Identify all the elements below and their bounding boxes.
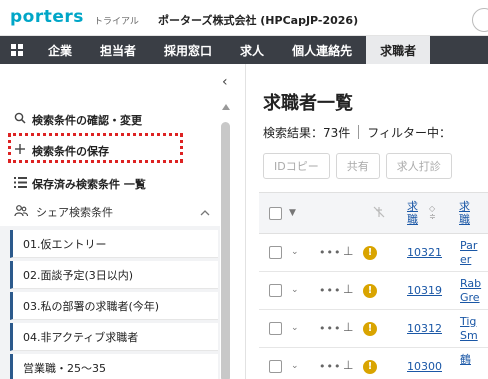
sidebar-scrollbar[interactable] [221, 104, 231, 379]
candidate-id[interactable]: 10321 [407, 246, 442, 259]
search-icon [14, 112, 32, 128]
table-row[interactable]: ⌄ ••• ⊥ ! 10321 Par er [259, 234, 488, 272]
results-count: 検索結果：73件 [263, 126, 351, 140]
nav-item-recruiting-window[interactable]: 採用窓口 [150, 36, 226, 64]
candidate-id[interactable]: 10319 [407, 284, 442, 297]
pin-icon[interactable]: ⊥ [343, 282, 353, 296]
more-icon[interactable]: ••• [319, 246, 341, 259]
saved-search-item[interactable]: 01.仮エントリー [10, 230, 218, 258]
table-row[interactable]: ⌄ ••• ⊥ ! 10300 鶴 [259, 348, 488, 379]
people-icon [14, 204, 36, 220]
user-menu-button[interactable] [472, 8, 488, 32]
nav-item-jobs[interactable]: 求人 [226, 36, 278, 64]
chevron-up-icon[interactable] [200, 206, 210, 219]
app-grid-icon[interactable] [0, 36, 34, 64]
nav-item-personal-contacts[interactable]: 個人連絡先 [278, 36, 366, 64]
nav-item-companies[interactable]: 企業 [34, 36, 86, 64]
pin-off-icon [373, 206, 385, 221]
row-checkbox[interactable] [269, 284, 282, 297]
job-offer-button[interactable]: 求人打診 [385, 153, 452, 179]
table-row[interactable]: ⌄ ••• ⊥ ! 10312 Tig Sm [259, 310, 488, 348]
candidate-name[interactable]: Par er [460, 239, 477, 267]
row-checkbox[interactable] [269, 360, 282, 373]
pin-icon[interactable]: ⊥ [343, 358, 353, 372]
nav-item-candidates[interactable]: 求職者 [366, 36, 431, 64]
saved-search-item[interactable]: 02.面談予定(3日以内) [10, 261, 218, 289]
page-title: 求職者一覧 [263, 93, 353, 114]
candidate-id[interactable]: 10300 [407, 360, 442, 373]
more-icon[interactable]: ••• [319, 322, 341, 335]
top-bar: porters トライアル ポーターズ株式会社 (HPCapJP-2026) [0, 0, 488, 36]
warning-icon: ! [363, 284, 377, 298]
chevron-down-icon[interactable]: ⌄ [291, 323, 299, 333]
saved-searches-list-link[interactable]: 保存済み検索条件 一覧 [14, 176, 146, 192]
chevron-down-icon[interactable]: ⌄ [291, 361, 299, 371]
select-all-checkbox[interactable] [269, 207, 282, 220]
scroll-thumb[interactable] [221, 122, 230, 379]
list-icon [14, 176, 32, 192]
scroll-up-icon[interactable] [222, 104, 230, 110]
name-column-header[interactable]: 求職 [459, 200, 473, 226]
saved-search-item[interactable]: 04.非アクティブ求職者 [10, 323, 218, 351]
main-nav: 企業 担当者 採用窓口 求人 個人連絡先 求職者 [0, 36, 488, 64]
porters-logo[interactable]: porters [10, 7, 84, 27]
copy-id-button[interactable]: IDコピー [263, 153, 330, 179]
warning-icon: ! [363, 360, 377, 374]
action-buttons: IDコピー 共有 求人打診 [263, 153, 452, 179]
table-row[interactable]: ⌄ ••• ⊥ ! 10319 Rab Gre [259, 272, 488, 310]
sidebar: ‹ 検索条件の確認・変更 検索条件の保存 保存済み検索条件 一覧 シェア検索条件… [0, 64, 246, 379]
id-column-header[interactable]: 求職 [407, 200, 421, 226]
nav-item-contacts[interactable]: 担当者 [86, 36, 150, 64]
search-conditions-label: 検索条件の確認・変更 [32, 114, 142, 127]
saved-search-list: 01.仮エントリー 02.面談予定(3日以内) 03.私の部署の求職者(今年) … [0, 226, 220, 379]
candidates-table: ▼ 求職 ◇ ≑ 求職 ⌄ ••• ⊥ ! 10321 Par er ⌄ •••… [259, 192, 488, 379]
chevron-down-icon[interactable]: ⌄ [291, 247, 299, 257]
shared-searches-header[interactable]: シェア検索条件 [14, 204, 113, 220]
row-checkbox[interactable] [269, 322, 282, 335]
row-checkbox[interactable] [269, 246, 282, 259]
collapse-sidebar-icon[interactable]: ‹ [222, 74, 228, 90]
chevron-down-icon[interactable]: ⌄ [291, 285, 299, 295]
highlight-annotation [8, 133, 183, 163]
saved-search-item[interactable]: 営業職・25〜35 [10, 354, 218, 379]
candidate-name[interactable]: Tig Sm [460, 315, 478, 343]
shared-searches-label: シェア検索条件 [36, 206, 113, 219]
candidate-name[interactable]: Rab Gre [460, 277, 481, 305]
company-name: ポーターズ株式会社 (HPCapJP-2026) [158, 14, 359, 27]
search-conditions-link[interactable]: 検索条件の確認・変更 [14, 112, 142, 128]
app-window: porters トライアル ポーターズ株式会社 (HPCapJP-2026) 企… [0, 0, 488, 379]
pin-icon[interactable]: ⊥ [343, 244, 353, 258]
filter-label: フィルター中： [367, 126, 452, 140]
saved-search-item[interactable]: 03.私の部署の求職者(今年) [10, 292, 218, 320]
sort-icon[interactable]: ◇ ≑ [429, 205, 436, 221]
results-bar: 検索結果：73件 フィルター中： [263, 124, 451, 141]
saved-searches-list-label: 保存済み検索条件 一覧 [32, 178, 146, 191]
trial-label: トライアル [94, 17, 139, 27]
table-header: ▼ 求職 ◇ ≑ 求職 [259, 192, 488, 234]
warning-icon: ! [363, 322, 377, 336]
share-button[interactable]: 共有 [335, 153, 380, 179]
more-icon[interactable]: ••• [319, 360, 341, 373]
warning-icon: ! [363, 246, 377, 260]
candidate-id[interactable]: 10312 [407, 322, 442, 335]
more-icon[interactable]: ••• [319, 284, 341, 297]
candidate-name[interactable]: 鶴 [460, 353, 471, 367]
pin-icon[interactable]: ⊥ [343, 320, 353, 334]
main-content: 求職者一覧 検索結果：73件 フィルター中： IDコピー 共有 求人打診 ▼ 求職… [247, 64, 488, 379]
chevron-down-icon[interactable]: ▼ [289, 208, 296, 218]
